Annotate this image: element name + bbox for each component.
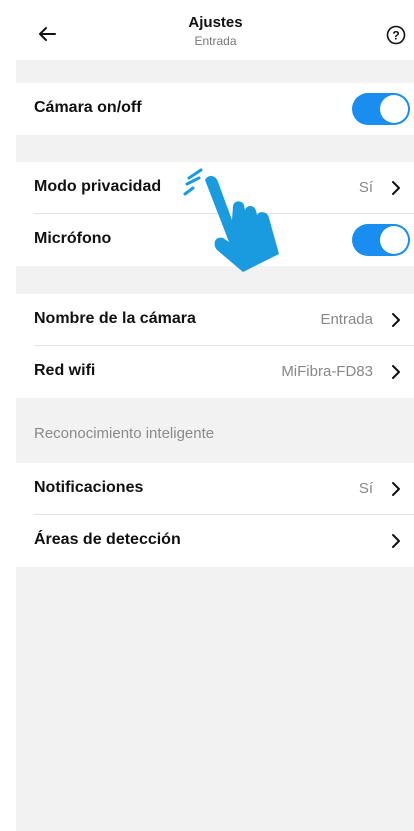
detection-areas-row[interactable]: Áreas de detección [16,515,414,567]
toggle-knob [380,95,408,123]
microphone-label: Micrófono [34,230,112,247]
notifications-row[interactable]: Notificaciones Sí [16,463,414,515]
chevron-right-icon [392,534,400,548]
help-icon[interactable]: ? [386,25,406,45]
page-title: Ajustes [188,14,243,31]
smart-section: Notificaciones Sí Áreas de detección [16,463,414,567]
svg-text:?: ? [392,28,399,42]
privacy-mode-label: Modo privacidad [34,178,162,195]
microphone-row[interactable]: Micrófono [16,214,414,266]
wifi-value: MiFibra-FD83 [281,363,373,380]
camera-toggle-row[interactable]: Cámara on/off [16,83,414,135]
privacy-section: Modo privacidad Sí Micrófono [16,162,414,266]
camera-name-row[interactable]: Nombre de la cámara Entrada [16,294,414,346]
notifications-label: Notificaciones [34,479,144,496]
header-bar: Ajustes Entrada ? [16,8,414,60]
device-section: Nombre de la cámara Entrada Red wifi MiF… [16,294,414,398]
camera-name-value: Entrada [320,311,373,328]
detection-areas-label: Áreas de detección [34,531,181,548]
privacy-mode-row[interactable]: Modo privacidad Sí [16,162,414,214]
chevron-right-icon [392,365,400,379]
smart-recognition-header: Reconocimiento inteligente [34,425,215,442]
wifi-label: Red wifi [34,362,96,379]
chevron-right-icon [392,181,400,195]
notifications-value: Sí [358,480,373,497]
camera-name-label: Nombre de la cámara [34,310,196,327]
settings-screen: Ajustes Entrada ? Cámara on/off Modo pri… [16,8,414,831]
privacy-mode-value: Sí [358,179,373,196]
chevron-right-icon [392,313,400,327]
microphone-toggle[interactable] [352,224,410,256]
camera-toggle[interactable] [352,93,410,125]
wifi-row[interactable]: Red wifi MiFibra-FD83 [16,346,414,398]
page-subtitle: Entrada [194,34,237,48]
chevron-right-icon [392,482,400,496]
toggle-knob [380,226,408,254]
camera-section: Cámara on/off [16,83,414,135]
camera-toggle-label: Cámara on/off [34,99,142,116]
